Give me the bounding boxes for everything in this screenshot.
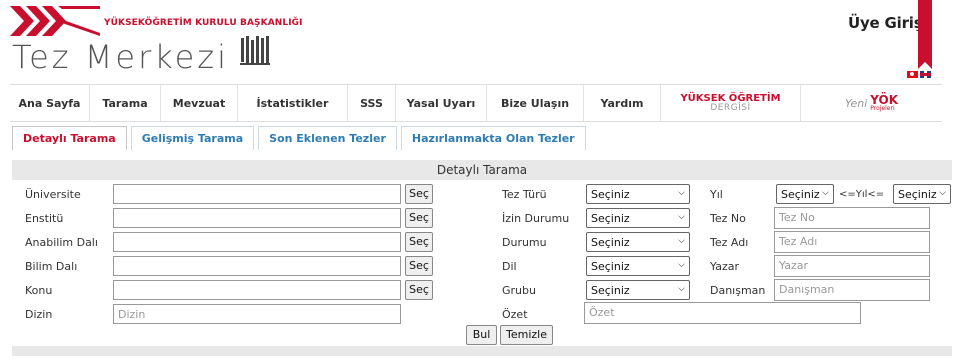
chevron-down-icon: ⌵ (678, 212, 685, 222)
grubu-select[interactable]: Seçiniz ⌵ (586, 280, 690, 300)
yil-end-select[interactable]: Seçiniz ⌵ (893, 184, 951, 204)
anabilim-dali-input[interactable] (113, 232, 401, 252)
chevron-down-icon: ⌵ (678, 284, 685, 294)
konu-input[interactable] (113, 280, 401, 300)
nav-istatistikler[interactable]: İstatistikler (238, 85, 348, 121)
yil-start-value: Seçiniz (781, 188, 820, 201)
books-icon (240, 36, 270, 65)
nav-sss[interactable]: SSS (348, 85, 396, 121)
izin-durumu-value: Seçiniz (591, 212, 630, 225)
year-range-separator: <=Yıl<= (839, 189, 885, 200)
bilim-dali-input[interactable] (113, 256, 401, 276)
sec-enstitu-button[interactable]: Seç (405, 208, 433, 228)
dil-select[interactable]: Seçiniz ⌵ (586, 256, 690, 276)
label-anabilim-dali: Anabilim Dalı (25, 236, 98, 249)
ribbon-tail-decoration (918, 62, 932, 69)
label-tez-turu: Tez Türü (502, 188, 547, 201)
grubu-value: Seçiniz (591, 284, 630, 297)
site-title[interactable]: Tez Merkezi (12, 38, 229, 76)
yil-end-value: Seçiniz (898, 188, 937, 201)
yeni-label: Yeni (844, 96, 868, 110)
label-enstitu: Enstitü (25, 212, 64, 225)
nav-bize-ulasin[interactable]: Bize Ulaşın (487, 85, 584, 121)
yazar-input[interactable]: Yazar (774, 255, 930, 277)
nav-yeni-yok-projeleri[interactable]: Yeni YÖK Projeleri (801, 85, 942, 121)
yok-projeleri-logo: YÖK Projeleri (870, 94, 898, 112)
ribbon-decoration (918, 0, 932, 62)
label-dizin: Dizin (25, 308, 53, 321)
label-grubu: Grubu (502, 284, 536, 297)
nav-yuksek-ogretim-dergisi[interactable]: YÜKSEK ÖĞRETİM DERGİSİ (661, 85, 801, 121)
clear-button[interactable]: Temizle (500, 325, 553, 345)
dergi-line2: DERGİSİ (710, 102, 751, 113)
sec-bilim-dali-button[interactable]: Seç (405, 256, 433, 276)
institution-name: YÜKSEKÖĞRETİM KURULU BAŞKANLIĞI (104, 18, 303, 28)
tab-gelismis-tarama[interactable]: Gelişmiş Tarama (130, 126, 255, 150)
label-ozet: Özet (502, 308, 528, 321)
nav-ana-sayfa[interactable]: Ana Sayfa (10, 85, 90, 121)
universite-input[interactable] (113, 184, 401, 204)
durumu-select[interactable]: Seçiniz ⌵ (586, 232, 690, 252)
tez-adi-input[interactable]: Tez Adı (774, 231, 930, 253)
durumu-value: Seçiniz (591, 236, 630, 249)
yok-logo-icon (10, 6, 100, 36)
form-footer-bar (12, 346, 952, 356)
sec-universite-button[interactable]: Seç (405, 184, 433, 204)
label-yil: Yıl (710, 188, 723, 201)
label-dil: Dil (502, 260, 517, 273)
dizin-input[interactable]: Dizin (113, 304, 401, 324)
sec-konu-button[interactable]: Seç (405, 280, 433, 300)
nav-mevzuat[interactable]: Mevzuat (161, 85, 238, 121)
chevron-down-icon: ⌵ (822, 188, 829, 198)
enstitu-input[interactable] (113, 208, 401, 228)
label-durumu: Durumu (502, 236, 547, 249)
yil-start-select[interactable]: Seçiniz ⌵ (776, 184, 834, 204)
tez-turu-select[interactable]: Seçiniz ⌵ (586, 184, 690, 204)
label-danisman: Danışman (710, 284, 766, 297)
chevron-down-icon: ⌵ (678, 260, 685, 270)
chevron-down-icon: ⌵ (939, 188, 946, 198)
nav-yardim[interactable]: Yardım (584, 85, 661, 121)
tez-no-input[interactable]: Tez No (774, 207, 930, 229)
label-yazar: Yazar (710, 260, 739, 273)
label-tez-no: Tez No (710, 212, 746, 225)
turkish-flag-icon[interactable] (907, 71, 918, 78)
tab-hazirlanmakta-olan-tezler[interactable]: Hazırlanmakta Olan Tezler (400, 126, 586, 150)
label-tez-adi: Tez Adı (710, 236, 749, 249)
label-izin-durumu: İzin Durumu (502, 212, 570, 225)
tab-son-eklenen-tezler[interactable]: Son Eklenen Tezler (258, 126, 397, 150)
main-navbar: Ana Sayfa Tarama Mevzuat İstatistikler S… (10, 84, 942, 122)
label-universite: Üniversite (25, 188, 81, 201)
projeleri-label: Projeleri (870, 105, 895, 112)
dil-value: Seçiniz (591, 260, 630, 273)
label-konu: Konu (25, 284, 53, 297)
login-link[interactable]: Üye Girişi (848, 14, 928, 32)
search-tabs: Detaylı Tarama Gelişmiş Tarama Son Eklen… (12, 126, 590, 150)
nav-yasal-uyari[interactable]: Yasal Uyarı (396, 85, 487, 121)
label-bilim-dali: Bilim Dalı (25, 260, 78, 273)
chevron-down-icon: ⌵ (678, 236, 685, 246)
chevron-down-icon: ⌵ (678, 188, 685, 198)
search-button[interactable]: Bul (466, 325, 497, 345)
english-flag-icon[interactable] (920, 71, 931, 78)
nav-tarama[interactable]: Tarama (90, 85, 161, 121)
tez-turu-value: Seçiniz (591, 188, 630, 201)
ozet-input[interactable]: Özet (584, 302, 861, 324)
form-title: Detaylı Tarama (12, 160, 952, 180)
izin-durumu-select[interactable]: Seçiniz ⌵ (586, 208, 690, 228)
danisman-input[interactable]: Danışman (774, 279, 930, 301)
sec-anabilim-dali-button[interactable]: Seç (405, 232, 433, 252)
dergi-line1: YÜKSEK ÖĞRETİM (680, 92, 781, 104)
tab-detayli-tarama[interactable]: Detaylı Tarama (12, 126, 127, 150)
